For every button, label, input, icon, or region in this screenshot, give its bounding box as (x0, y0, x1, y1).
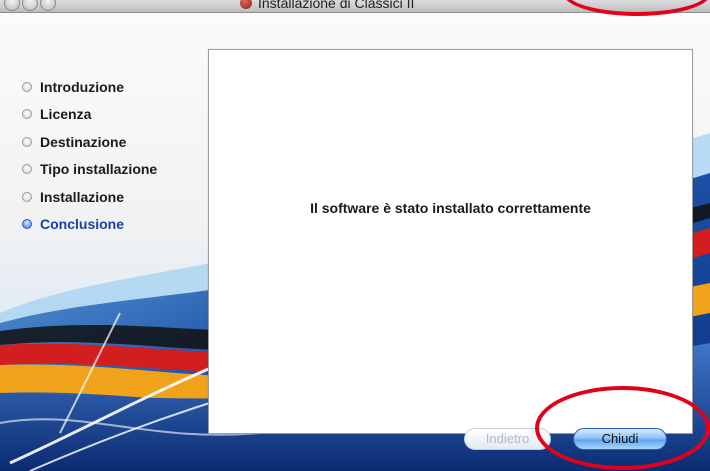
step-bullet-icon (22, 164, 32, 175)
step-label: Installazione (40, 188, 125, 205)
step-installation-type: Tipo installazione (22, 156, 202, 184)
installer-steps: Introduzione Licenza Destinazione Tipo i… (22, 73, 202, 238)
step-label: Destinazione (40, 133, 127, 150)
step-installation: Installazione (22, 183, 202, 211)
step-destination: Destinazione (22, 128, 202, 156)
installer-icon (240, 0, 252, 9)
close-button[interactable]: Chiudi (573, 428, 667, 450)
step-label: Tipo installazione (40, 161, 158, 178)
step-label: Licenza (40, 106, 92, 123)
step-bullet-icon (22, 136, 32, 147)
close-window-button[interactable] (4, 0, 20, 11)
step-license: Licenza (22, 101, 202, 129)
title-bar: Installazione di Classici II (0, 0, 710, 13)
window-title-text: Installazione di Classici II (258, 0, 415, 11)
content-panel: Il software è stato installato correttam… (208, 49, 693, 434)
step-bullet-icon (22, 81, 32, 92)
back-button[interactable]: Indietro (464, 428, 551, 450)
step-bullet-active-icon (22, 219, 32, 230)
minimize-window-button[interactable] (22, 0, 38, 11)
step-introduction: Introduzione (22, 73, 202, 101)
step-bullet-icon (22, 191, 32, 202)
completion-message: Il software è stato installato correttam… (310, 200, 591, 216)
installer-window: Introduzione Licenza Destinazione Tipo i… (0, 13, 710, 471)
step-bullet-icon (22, 109, 32, 120)
step-label: Introduzione (40, 78, 124, 95)
window-title: Installazione di Classici II (240, 0, 414, 12)
step-conclusion: Conclusione (22, 211, 202, 239)
step-label: Conclusione (40, 216, 125, 233)
zoom-window-button[interactable] (40, 0, 56, 11)
